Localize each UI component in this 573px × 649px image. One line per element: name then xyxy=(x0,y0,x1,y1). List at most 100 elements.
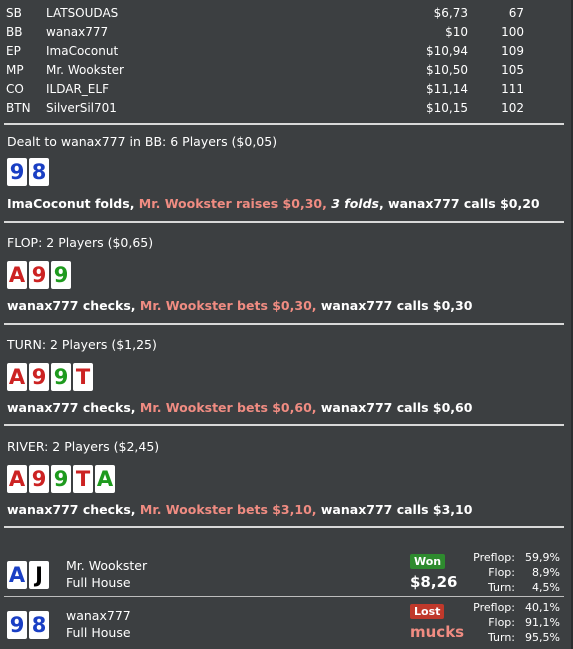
seat-position: EP xyxy=(6,44,21,58)
playing-card: 9 xyxy=(51,363,71,391)
result-player-name[interactable]: Mr. Wookster xyxy=(66,558,147,573)
equity-row-preflop: Preflop: 40,1% xyxy=(450,600,560,615)
playing-card: A xyxy=(7,561,27,589)
lost-badge: Lost xyxy=(410,604,445,619)
action-folds: 3 folds xyxy=(331,196,379,211)
result-row-winner: AJ Mr. Wookster Full House Won $8,26 Pre… xyxy=(0,549,573,596)
action-check: wanax777 checks, xyxy=(7,502,140,517)
playing-card: 9 xyxy=(29,363,49,391)
seat-big-blinds: 111 xyxy=(501,82,524,96)
playing-card: 9 xyxy=(29,261,49,289)
playing-card: A xyxy=(7,363,27,391)
equity-value: 8,9% xyxy=(532,566,560,579)
flop-title: FLOP: 2 Players ($0,65) xyxy=(7,235,154,250)
seat-player-name[interactable]: Mr. Wookster xyxy=(46,61,124,80)
showdown-cards: AJ xyxy=(7,561,49,589)
playing-card: T xyxy=(73,465,93,493)
flop-actions: wanax777 checks, Mr. Wookster bets $0,30… xyxy=(7,298,472,313)
playing-card: A xyxy=(95,465,115,493)
action-fold: ImaCoconut folds, xyxy=(7,196,139,211)
playing-card: 8 xyxy=(29,158,49,186)
preflop-hole-cards: 98 xyxy=(7,158,49,186)
playing-card: A xyxy=(7,465,27,493)
turn-board-cards: A99T xyxy=(7,363,93,391)
action-call: , wanax777 calls $0,20 xyxy=(378,196,540,211)
seat-stack: $10 xyxy=(445,25,468,39)
equity-value: 59,9% xyxy=(525,551,560,564)
result-hand-rank: Full House xyxy=(66,625,131,640)
section-divider xyxy=(4,526,564,528)
seat-position: BB xyxy=(6,25,23,39)
playing-card: 9 xyxy=(29,465,49,493)
action-bet: Mr. Wookster bets $0,60, xyxy=(139,400,321,415)
seat-position: SB xyxy=(6,6,22,20)
equity-value: 4,5% xyxy=(532,581,560,594)
section-divider xyxy=(4,123,564,125)
playing-card: 9 xyxy=(51,465,71,493)
equity-label: Flop: xyxy=(488,616,515,629)
seat-big-blinds: 100 xyxy=(501,25,524,39)
seat-player-name[interactable]: wanax777 xyxy=(46,23,108,42)
equity-value: 95,5% xyxy=(525,631,560,644)
seat-big-blinds: 67 xyxy=(508,6,524,20)
seats-table: SB LATSOUDAS $6,73 67 BB wanax777 $10 10… xyxy=(6,4,526,118)
result-hand-rank: Full House xyxy=(66,575,131,590)
seat-player-name[interactable]: LATSOUDAS xyxy=(46,4,118,23)
equity-row-preflop: Preflop: 59,9% xyxy=(450,550,560,565)
seat-position: BTN xyxy=(6,101,31,115)
action-bet: Mr. Wookster bets $3,10, xyxy=(139,502,321,517)
playing-card: 8 xyxy=(29,611,49,639)
seat-position: CO xyxy=(6,82,24,96)
playing-card: T xyxy=(73,363,93,391)
equity-row-flop: Flop: 8,9% xyxy=(450,565,560,580)
seat-position: MP xyxy=(6,63,24,77)
seat-stack: $10,50 xyxy=(426,63,468,77)
equity-row-flop: Flop: 91,1% xyxy=(450,615,560,630)
action-check: wanax777 checks, xyxy=(7,298,140,313)
playing-card: 9 xyxy=(51,261,71,289)
action-bet: Mr. Wookster bets $0,30, xyxy=(139,298,321,313)
flop-board-cards: A99 xyxy=(7,261,71,289)
playing-card: A xyxy=(7,261,27,289)
result-player-name[interactable]: wanax777 xyxy=(66,608,131,623)
seat-stack: $10,15 xyxy=(426,101,468,115)
equity-value: 91,1% xyxy=(525,616,560,629)
action-call: wanax777 calls $0,30 xyxy=(320,298,473,313)
action-call: wanax777 calls $0,60 xyxy=(320,400,473,415)
equity-label: Turn: xyxy=(487,581,515,594)
result-divider xyxy=(4,596,564,597)
river-board-cards: A99TA xyxy=(7,465,115,493)
seat-stack: $6,73 xyxy=(433,6,468,20)
seat-player-name[interactable]: ImaCoconut xyxy=(46,42,118,61)
preflop-actions: ImaCoconut folds, Mr. Wookster raises $0… xyxy=(7,196,540,211)
equity-value: 40,1% xyxy=(525,601,560,614)
seat-row-bb: BB wanax777 $10 100 xyxy=(6,23,526,42)
playing-card: 9 xyxy=(7,611,27,639)
turn-actions: wanax777 checks, Mr. Wookster bets $0,60… xyxy=(7,400,472,415)
section-divider xyxy=(4,221,564,223)
won-badge: Won xyxy=(410,554,446,569)
equity-row-turn: Turn: 4,5% xyxy=(450,580,560,595)
action-call: wanax777 calls $3,10 xyxy=(320,502,473,517)
seat-big-blinds: 102 xyxy=(501,101,524,115)
seat-player-name[interactable]: SilverSil701 xyxy=(46,99,117,118)
section-divider xyxy=(4,323,564,325)
result-row-loser: 98 wanax777 Full House Lost mucks Preflo… xyxy=(0,599,573,646)
turn-title: TURN: 2 Players ($1,25) xyxy=(7,337,157,352)
seat-row-ep: EP ImaCoconut $10,94 109 xyxy=(6,42,526,61)
seat-player-name[interactable]: ILDAR_ELF xyxy=(46,80,109,99)
seat-big-blinds: 109 xyxy=(501,44,524,58)
action-check: wanax777 checks, xyxy=(7,400,140,415)
seat-stack: $10,94 xyxy=(426,44,468,58)
seat-row-co: CO ILDAR_ELF $11,14 111 xyxy=(6,80,526,99)
seat-row-mp: MP Mr. Wookster $10,50 105 xyxy=(6,61,526,80)
preflop-title: Dealt to wanax777 in BB: 6 Players ($0,0… xyxy=(7,134,278,149)
seat-stack: $11,14 xyxy=(426,82,468,96)
equity-row-turn: Turn: 95,5% xyxy=(450,630,560,645)
equity-label: Turn: xyxy=(487,631,515,644)
section-divider xyxy=(4,424,564,426)
playing-card: 9 xyxy=(7,158,27,186)
seat-row-btn: BTN SilverSil701 $10,15 102 xyxy=(6,99,526,118)
equity-label: Preflop: xyxy=(473,551,515,564)
river-title: RIVER: 2 Players ($2,45) xyxy=(7,439,160,454)
